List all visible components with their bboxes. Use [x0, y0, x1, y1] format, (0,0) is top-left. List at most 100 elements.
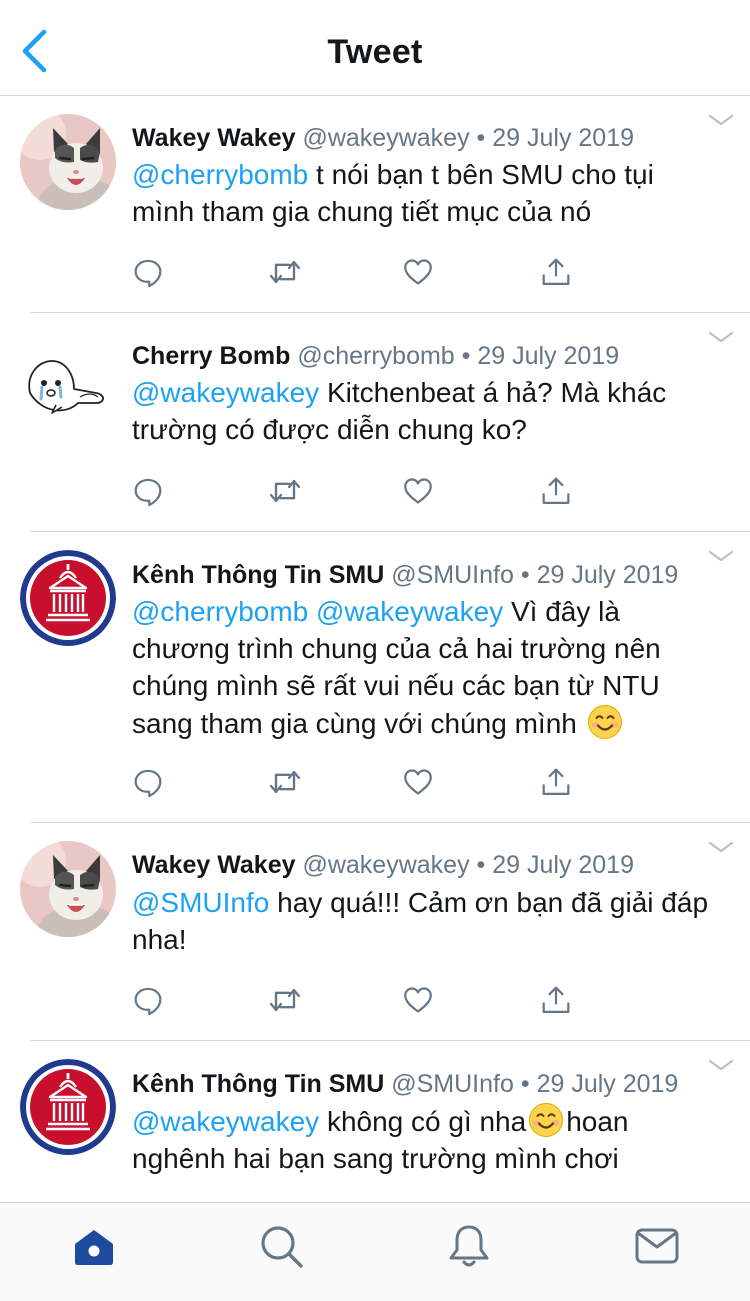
tweet-body-part-1: không có gì nha	[326, 1106, 527, 1137]
tab-home[interactable]	[69, 1221, 119, 1271]
mention-link[interactable]: @wakeywakey	[132, 377, 319, 408]
display-name[interactable]: Cherry Bomb	[132, 342, 290, 370]
tweet-actions	[132, 471, 602, 511]
cat-avatar-image	[20, 841, 116, 937]
retweet-icon	[267, 254, 303, 290]
tweet-date: 29 July 2019	[536, 561, 679, 589]
messages-icon	[635, 1228, 679, 1264]
mention-link[interactable]: @SMUInfo	[132, 887, 269, 918]
avatar[interactable]	[20, 550, 116, 646]
retweet-button[interactable]	[265, 980, 305, 1020]
share-button[interactable]	[536, 252, 576, 292]
share-icon	[539, 255, 573, 289]
chevron-down-icon[interactable]	[708, 1058, 734, 1072]
like-icon	[401, 474, 435, 508]
tweet-text: @cherrybomb t nói bạn t bên SMU cho tụi …	[132, 156, 712, 230]
bottom-tab-bar	[0, 1202, 750, 1301]
tweet-date: 29 July 2019	[492, 124, 635, 152]
mention-link[interactable]: @wakeywakey	[132, 1106, 319, 1137]
notifications-icon	[449, 1225, 489, 1267]
like-button[interactable]	[398, 762, 438, 802]
display-name[interactable]: Kênh Thông Tin SMU	[132, 561, 384, 589]
conversation-thread: Wakey Wakey @wakeywakey • 29 July 2019 @…	[0, 96, 750, 1202]
user-handle: @wakeywakey	[302, 124, 470, 152]
share-button[interactable]	[536, 471, 576, 511]
reply-icon	[131, 474, 165, 508]
retweet-button[interactable]	[265, 762, 305, 802]
tab-search[interactable]	[256, 1221, 306, 1271]
retweet-icon	[267, 473, 303, 509]
user-handle: @SMUInfo	[391, 561, 514, 589]
tweet-header: Kênh Thông Tin SMU @SMUInfo • 29 July 20…	[132, 1069, 706, 1099]
reply-icon	[131, 983, 165, 1017]
avatar[interactable]	[20, 331, 116, 427]
retweet-icon	[267, 764, 303, 800]
meta-separator: •	[461, 342, 471, 370]
mention-link[interactable]: @cherrybomb	[132, 159, 308, 190]
reply-button[interactable]	[128, 252, 168, 292]
share-icon	[539, 474, 573, 508]
like-button[interactable]	[398, 980, 438, 1020]
tab-notifications[interactable]	[444, 1221, 494, 1271]
tweet-text: @SMUInfo hay quá!!! Cảm ơn bạn đã giải đ…	[132, 884, 712, 958]
tweet-text: @wakeywakey Kitchenbeat á hả? Mà khác tr…	[132, 374, 712, 448]
tweet-actions	[132, 762, 602, 802]
share-button[interactable]	[536, 762, 576, 802]
tweet-item[interactable]: Kênh Thông Tin SMU @SMUInfo • 29 July 20…	[0, 532, 750, 823]
smu-seal-avatar-image	[20, 1059, 116, 1155]
page-title: Tweet	[327, 33, 423, 71]
like-icon	[401, 765, 435, 799]
tweet-actions	[132, 252, 602, 292]
top-nav-bar: Tweet	[0, 0, 750, 96]
smiling-face-emoji-icon	[528, 1102, 564, 1138]
tweet-text: @cherrybomb @wakeywakey Vì đây là chương…	[132, 593, 712, 742]
display-name[interactable]: Wakey Wakey	[132, 124, 296, 152]
tweet-header: Cherry Bomb @cherrybomb • 29 July 2019	[132, 341, 706, 371]
reply-button[interactable]	[128, 762, 168, 802]
home-icon	[75, 1230, 113, 1265]
retweet-button[interactable]	[265, 471, 305, 511]
chevron-down-icon[interactable]	[708, 549, 734, 563]
tweet-date: 29 July 2019	[477, 342, 620, 370]
chevron-down-icon[interactable]	[708, 113, 734, 127]
meta-separator: •	[476, 851, 486, 879]
chevron-left-icon	[22, 29, 47, 73]
tweet-item[interactable]: Wakey Wakey @wakeywakey • 29 July 2019 @…	[0, 823, 750, 1041]
share-icon	[539, 983, 573, 1017]
mention-link[interactable]: @wakeywakey	[316, 596, 503, 627]
smiling-face-emoji-icon	[587, 704, 623, 740]
share-icon	[539, 765, 573, 799]
like-button[interactable]	[398, 252, 438, 292]
display-name[interactable]: Wakey Wakey	[132, 851, 296, 879]
tweet-item[interactable]: Cherry Bomb @cherrybomb • 29 July 2019 @…	[0, 313, 750, 532]
tweet-item[interactable]: Kênh Thông Tin SMU @SMUInfo • 29 July 20…	[0, 1041, 750, 1202]
reply-button[interactable]	[128, 471, 168, 511]
reply-icon	[131, 765, 165, 799]
display-name[interactable]: Kênh Thông Tin SMU	[132, 1070, 384, 1098]
tab-messages[interactable]	[632, 1221, 682, 1271]
retweet-icon	[267, 982, 303, 1018]
tweet-header: Wakey Wakey @wakeywakey • 29 July 2019	[132, 850, 706, 880]
tweet-text: @wakeywakey không có gì nha hoan nghênh h…	[132, 1102, 712, 1177]
avatar[interactable]	[20, 841, 116, 937]
reply-button[interactable]	[128, 980, 168, 1020]
user-handle: @SMUInfo	[391, 1070, 514, 1098]
back-button[interactable]	[14, 28, 54, 74]
retweet-button[interactable]	[265, 252, 305, 292]
tweet-date: 29 July 2019	[492, 851, 635, 879]
user-handle: @cherrybomb	[297, 342, 455, 370]
reply-icon	[131, 255, 165, 289]
like-icon	[401, 255, 435, 289]
chevron-down-icon[interactable]	[708, 840, 734, 854]
meta-separator: •	[520, 561, 530, 589]
chevron-down-icon[interactable]	[708, 330, 734, 344]
tweet-item[interactable]: Wakey Wakey @wakeywakey • 29 July 2019 @…	[0, 96, 750, 313]
like-button[interactable]	[398, 471, 438, 511]
tweet-date: 29 July 2019	[536, 1070, 679, 1098]
avatar[interactable]	[20, 114, 116, 210]
mention-link[interactable]: @cherrybomb	[132, 596, 308, 627]
tweet-header: Kênh Thông Tin SMU @SMUInfo • 29 July 20…	[132, 560, 706, 590]
meta-separator: •	[520, 1070, 530, 1098]
share-button[interactable]	[536, 980, 576, 1020]
avatar[interactable]	[20, 1059, 116, 1155]
